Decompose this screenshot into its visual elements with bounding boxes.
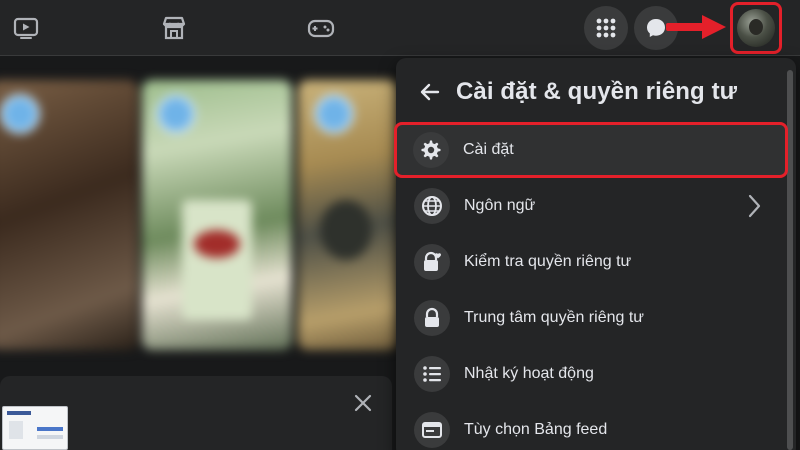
story-avatar (156, 94, 196, 134)
avatar (737, 9, 775, 47)
story-card[interactable] (0, 80, 138, 350)
marketplace-icon[interactable] (158, 12, 190, 44)
feed-thumbnail[interactable] (2, 406, 68, 450)
gaming-icon[interactable] (305, 12, 337, 44)
lock-icon (414, 300, 450, 336)
profile-avatar-button[interactable] (730, 2, 782, 54)
menu-item-language[interactable]: Ngôn ngữ (404, 180, 784, 232)
menu-item-label: Kiểm tra quyền riêng tư (464, 253, 632, 270)
story-avatar (0, 94, 40, 134)
watch-icon[interactable] (10, 12, 42, 44)
stories-carousel (0, 80, 398, 350)
panel-header: Cài đặt & quyền riêng tư (412, 72, 737, 112)
menu-item-label: Ngôn ngữ (464, 197, 536, 214)
menu-item-label: Trung tâm quyền riêng tư (464, 309, 644, 326)
panel-scrollbar[interactable] (787, 70, 793, 450)
feed-icon (414, 412, 450, 448)
panel-title: Cài đặt & quyền riêng tư (456, 78, 738, 105)
menu-item-privacy-checkup[interactable]: Kiểm tra quyền riêng tư (404, 236, 784, 288)
menu-grid-icon[interactable] (584, 6, 628, 50)
menu-item-label: Cài đặt (463, 141, 514, 158)
gear-icon (413, 132, 449, 168)
story-card[interactable] (142, 80, 292, 350)
story-card[interactable] (298, 80, 398, 350)
menu-item-feed-preferences[interactable]: Tùy chọn Bảng feed (404, 404, 784, 450)
menu-item-activity-log[interactable]: Nhật ký hoạt động (404, 348, 784, 400)
menu-item-label: Tùy chọn Bảng feed (464, 421, 608, 438)
menu-item-label: Nhật ký hoạt động (464, 365, 594, 382)
list-icon (414, 356, 450, 392)
back-arrow-icon[interactable] (412, 74, 448, 110)
chevron-right-icon (742, 194, 766, 218)
globe-icon (414, 188, 450, 224)
menu-item-privacy-center[interactable]: Trung tâm quyền riêng tư (404, 292, 784, 344)
menu-item-settings[interactable]: Cài đặt (394, 122, 788, 178)
close-icon[interactable] (350, 390, 376, 416)
annotation-arrow-icon (666, 15, 726, 39)
lock-heart-icon (414, 244, 450, 280)
story-avatar (314, 94, 354, 134)
